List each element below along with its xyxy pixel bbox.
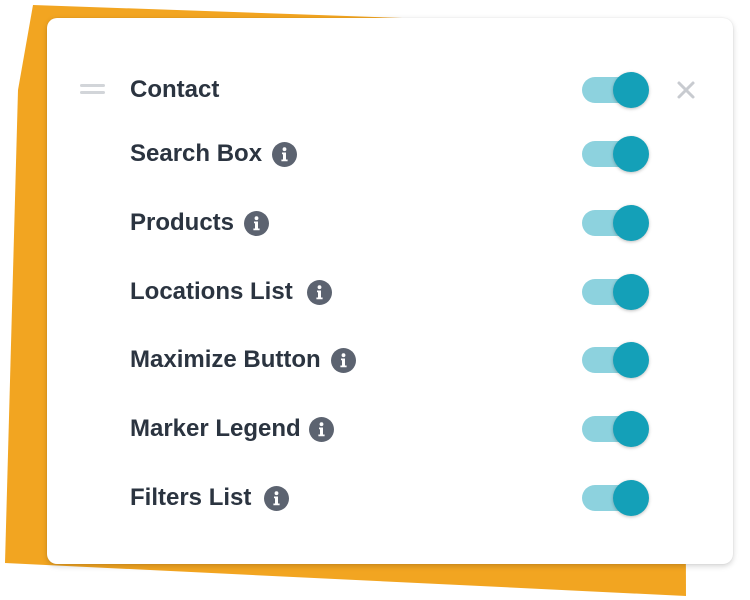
setting-row-maximize-button: Maximize Button: [47, 332, 733, 388]
header-label: Contact: [130, 76, 220, 103]
setting-label-wrap: Products: [130, 195, 270, 251]
info-icon[interactable]: [264, 485, 290, 511]
info-icon[interactable]: [330, 347, 356, 373]
setting-toggle[interactable]: [582, 136, 650, 172]
setting-label: Maximize Button: [130, 346, 321, 373]
setting-label: Locations List: [130, 278, 293, 305]
setting-label: Marker Legend: [130, 415, 301, 442]
setting-label-wrap: Filters List: [130, 470, 290, 526]
setting-row-search-box: Search Box: [47, 126, 733, 182]
widget-settings-stage: Contact Search Box Products Locations Li…: [0, 0, 750, 600]
setting-toggle[interactable]: [582, 342, 650, 378]
setting-label: Search Box: [130, 140, 263, 167]
toggle-knob: [613, 480, 649, 516]
setting-label-wrap: Maximize Button: [130, 332, 356, 388]
toggle-knob: [613, 274, 649, 310]
setting-row-products: Products: [47, 195, 733, 251]
setting-row-locations-list: Locations List: [47, 264, 733, 320]
setting-label-wrap: Marker Legend: [130, 401, 334, 457]
setting-toggle[interactable]: [582, 411, 650, 447]
setting-label: Products: [130, 209, 235, 236]
toggle-knob: [613, 136, 649, 172]
setting-label-wrap: Locations List: [130, 264, 332, 320]
header-toggle[interactable]: [582, 72, 650, 108]
setting-label-wrap: Search Box: [130, 126, 298, 182]
setting-toggle[interactable]: [582, 480, 650, 516]
setting-label: Filters List: [130, 484, 252, 511]
setting-row-marker-legend: Marker Legend: [47, 401, 733, 457]
info-icon[interactable]: [306, 279, 332, 305]
info-icon[interactable]: [308, 416, 334, 442]
header-label-wrap: Contact: [130, 62, 219, 118]
header-row: Contact: [47, 62, 733, 118]
setting-toggle[interactable]: [582, 205, 650, 241]
toggle-knob: [613, 342, 649, 378]
setting-toggle[interactable]: [582, 274, 650, 310]
setting-row-filters-list: Filters List: [47, 470, 733, 526]
info-icon[interactable]: [272, 141, 298, 167]
toggle-knob: [613, 205, 649, 241]
drag-handle-icon[interactable]: [80, 84, 105, 96]
toggle-knob: [613, 72, 649, 108]
settings-card: Contact Search Box Products Locations Li…: [47, 18, 733, 564]
info-icon[interactable]: [244, 210, 270, 236]
toggle-knob: [613, 411, 649, 447]
close-icon[interactable]: [674, 78, 698, 102]
